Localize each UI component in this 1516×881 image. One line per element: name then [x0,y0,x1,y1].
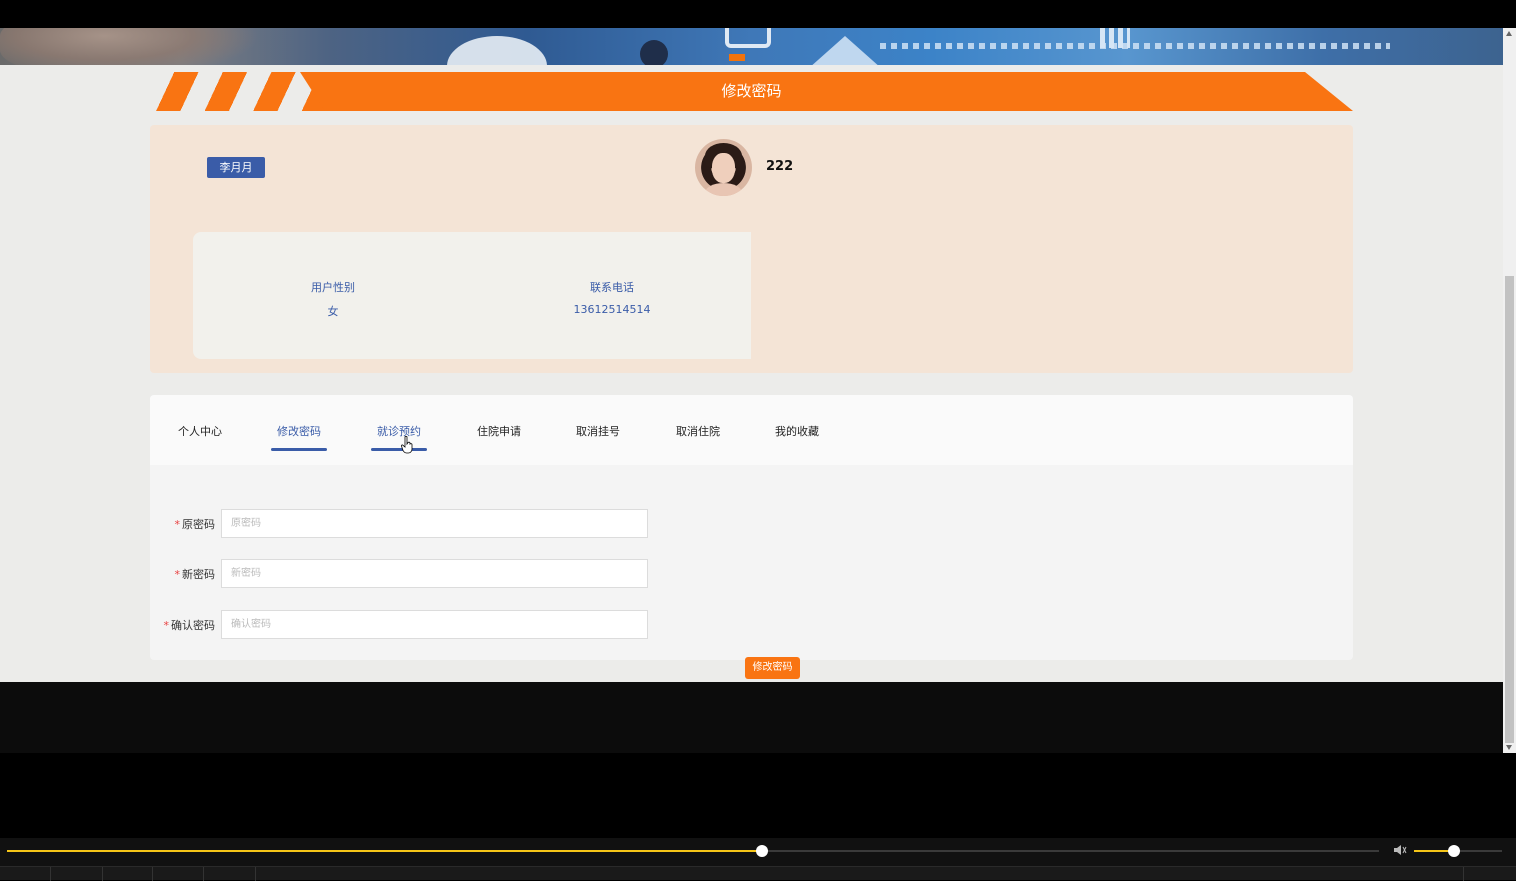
avatar [695,139,752,196]
volume-icon[interactable] [1393,844,1407,856]
new-password-label-text: 新密码 [182,568,215,581]
info-gender-label: 用户性别 [311,281,355,294]
password-form-card: 个人中心 修改密码 就诊预约 住院申请 取消挂号 取消住院 我的收藏 * 原密码 … [150,395,1353,679]
top-black-bar [0,0,1516,28]
player-button-strip [0,866,1516,881]
carousel-indicator[interactable] [729,54,745,61]
video-player-controls [0,838,1516,881]
page-title: 修改密码 [721,82,782,100]
divider [152,867,153,881]
banner-dot-graphic [640,40,668,65]
tab-label: 我的收藏 [775,425,819,438]
confirm-password-label-text: 确认密码 [171,619,215,632]
change-password-button[interactable]: 修改密码 [745,657,800,679]
tab-label: 住院申请 [477,425,521,438]
user-center-tabs: 个人中心 修改密码 就诊预约 住院申请 取消挂号 取消住院 我的收藏 [150,395,1353,465]
tab-hospitalization-apply[interactable]: 住院申请 [459,423,539,453]
scroll-down-icon[interactable] [1506,745,1512,750]
banner-hand-graphic [0,28,260,65]
required-mark: * [174,568,181,581]
seek-bar[interactable] [7,845,1379,857]
divider [1463,867,1464,881]
tab-my-favorites[interactable]: 我的收藏 [757,423,837,453]
tab-cancel-hospitalization[interactable]: 取消住院 [658,423,738,453]
vertical-scrollbar[interactable] [1503,28,1516,753]
seek-handle[interactable] [755,845,768,857]
confirm-password-label: * 确认密码 [150,617,216,633]
name-badge: 李月月 [207,157,265,178]
active-tab-underline [271,448,327,451]
divider [102,867,103,881]
scrollbar-thumb[interactable] [1505,276,1514,743]
info-gender-value: 女 [327,305,339,318]
tab-label: 个人中心 [178,425,222,438]
banner-dots-graphic [880,43,1390,49]
tab-label: 修改密码 [277,425,321,438]
required-mark: * [163,619,170,632]
volume-slider[interactable] [1414,845,1502,857]
scroll-up-icon[interactable] [1506,31,1512,36]
tab-label: 取消住院 [676,425,720,438]
new-password-input[interactable] [221,559,648,588]
tab-cancel-registration[interactable]: 取消挂号 [558,423,638,453]
banner-globe-graphic [447,36,547,65]
banner-triangle-graphic [800,36,890,65]
banner-screen-graphic [725,28,771,48]
volume-handle[interactable] [1447,845,1460,857]
user-info-box: 用户性别 女 联系电话 13612514514 [193,232,751,359]
section-title-bar: 修改密码 [150,72,1353,111]
old-password-input[interactable] [221,509,648,538]
divider [50,867,51,881]
old-password-label-text: 原密码 [182,518,215,531]
tab-label: 就诊预约 [377,425,421,438]
page-footer [0,682,1503,753]
info-phone-label: 联系电话 [590,281,634,294]
info-phone: 联系电话 13612514514 [512,279,712,316]
header-banner-image [0,28,1503,65]
hover-tab-underline [371,448,427,451]
new-password-label: * 新密码 [150,566,216,582]
confirm-password-input[interactable] [221,610,648,639]
divider [203,867,204,881]
tab-appointment[interactable]: 就诊预约 [359,423,439,453]
hand-pointer-icon [401,436,413,454]
old-password-label: * 原密码 [150,516,216,532]
info-phone-value: 13612514514 [573,303,651,316]
required-mark: * [174,518,181,531]
browser-viewport: 修改密码 李月月 222 用户性别 女 联系电话 13612514514 个人中… [0,28,1503,753]
banner-bars-graphic [1100,28,1130,48]
seek-progress [7,850,762,852]
avatar-face-shape [712,153,735,183]
tab-label: 取消挂号 [576,425,620,438]
tab-personal-center[interactable]: 个人中心 [160,423,240,453]
divider [255,867,256,881]
username: 222 [766,159,794,174]
info-gender: 用户性别 女 [233,279,433,319]
profile-card: 李月月 222 用户性别 女 联系电话 13612514514 [150,125,1353,373]
avatar-shoulders [705,183,742,196]
tab-change-password[interactable]: 修改密码 [259,423,339,453]
